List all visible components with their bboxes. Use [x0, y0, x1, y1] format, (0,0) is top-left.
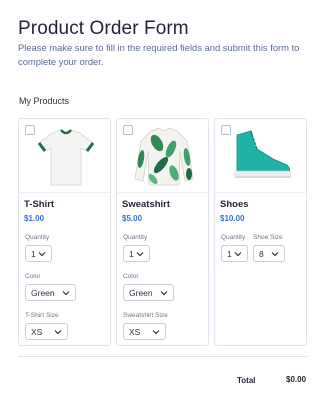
chevron-down-icon — [160, 291, 168, 296]
shoes-size-label: Shoe Size — [253, 234, 283, 241]
sweatshirt-price: $5.00 — [122, 214, 143, 223]
shoes-select-checkbox[interactable] — [221, 125, 231, 135]
tshirt-size-select[interactable]: XS — [25, 323, 68, 340]
product-card-sweatshirt[interactable]: Sweatshirt $5.00 Quantity 1 Color Green … — [116, 118, 209, 346]
shoes-size-value: 8 — [259, 249, 264, 259]
tshirt-price: $1.00 — [24, 214, 45, 223]
sweatshirt-color-label: Color — [123, 273, 139, 280]
product-card-shoes[interactable]: Shoes $10.00 Quantity 1 Shoe Size 8 — [214, 118, 307, 346]
chevron-down-icon — [136, 252, 144, 257]
tshirt-quantity-select[interactable]: 1 — [25, 245, 52, 262]
sweatshirt-quantity-select[interactable]: 1 — [123, 245, 150, 262]
tshirt-quantity-label: Quantity — [25, 234, 50, 241]
sweatshirt-size-select[interactable]: XS — [123, 323, 166, 340]
chevron-down-icon — [234, 252, 242, 257]
sweatshirt-color-select[interactable]: Green — [123, 284, 174, 301]
chevron-down-icon — [38, 252, 46, 257]
shoes-name: Shoes — [220, 199, 249, 210]
form-subtitle: Please make sure to fill in the required… — [18, 42, 300, 67]
sweatshirt-size-value: XS — [129, 327, 141, 337]
chevron-down-icon — [271, 252, 279, 257]
chevron-down-icon — [62, 291, 70, 296]
sweatshirt-quantity-label: Quantity — [123, 234, 148, 241]
tshirt-color-value: Green — [31, 288, 55, 298]
tshirt-color-label: Color — [25, 273, 41, 280]
tshirt-select-checkbox[interactable] — [25, 125, 35, 135]
sweatshirt-select-checkbox[interactable] — [123, 125, 133, 135]
shoes-size-select[interactable]: 8 — [253, 245, 285, 262]
shoes-price: $10.00 — [220, 214, 245, 223]
chevron-down-icon — [54, 330, 62, 335]
sweatshirt-name: Sweatshirt — [122, 199, 171, 210]
shoes-quantity-value: 1 — [227, 249, 232, 259]
product-card-tshirt[interactable]: T-Shirt $1.00 Quantity 1 Color Green T-S… — [18, 118, 111, 346]
tshirt-name: T-Shirt — [24, 199, 55, 210]
sweatshirt-size-label: Sweatshirt Size — [123, 312, 168, 319]
tshirt-size-value: XS — [31, 327, 43, 337]
shoes-quantity-label: Quantity — [221, 234, 246, 241]
total-label: Total — [237, 376, 256, 385]
chevron-down-icon — [152, 330, 160, 335]
shoes-quantity-select[interactable]: 1 — [221, 245, 248, 262]
sweatshirt-quantity-value: 1 — [129, 249, 134, 259]
form-title: Product Order Form — [18, 18, 189, 39]
tshirt-quantity-value: 1 — [31, 249, 36, 259]
total-value: $0.00 — [286, 375, 307, 384]
tshirt-size-label: T-Shirt Size — [25, 312, 59, 319]
divider — [18, 356, 307, 357]
tshirt-color-select[interactable]: Green — [25, 284, 76, 301]
products-section-label: My Products — [19, 96, 70, 106]
sweatshirt-color-value: Green — [129, 288, 153, 298]
